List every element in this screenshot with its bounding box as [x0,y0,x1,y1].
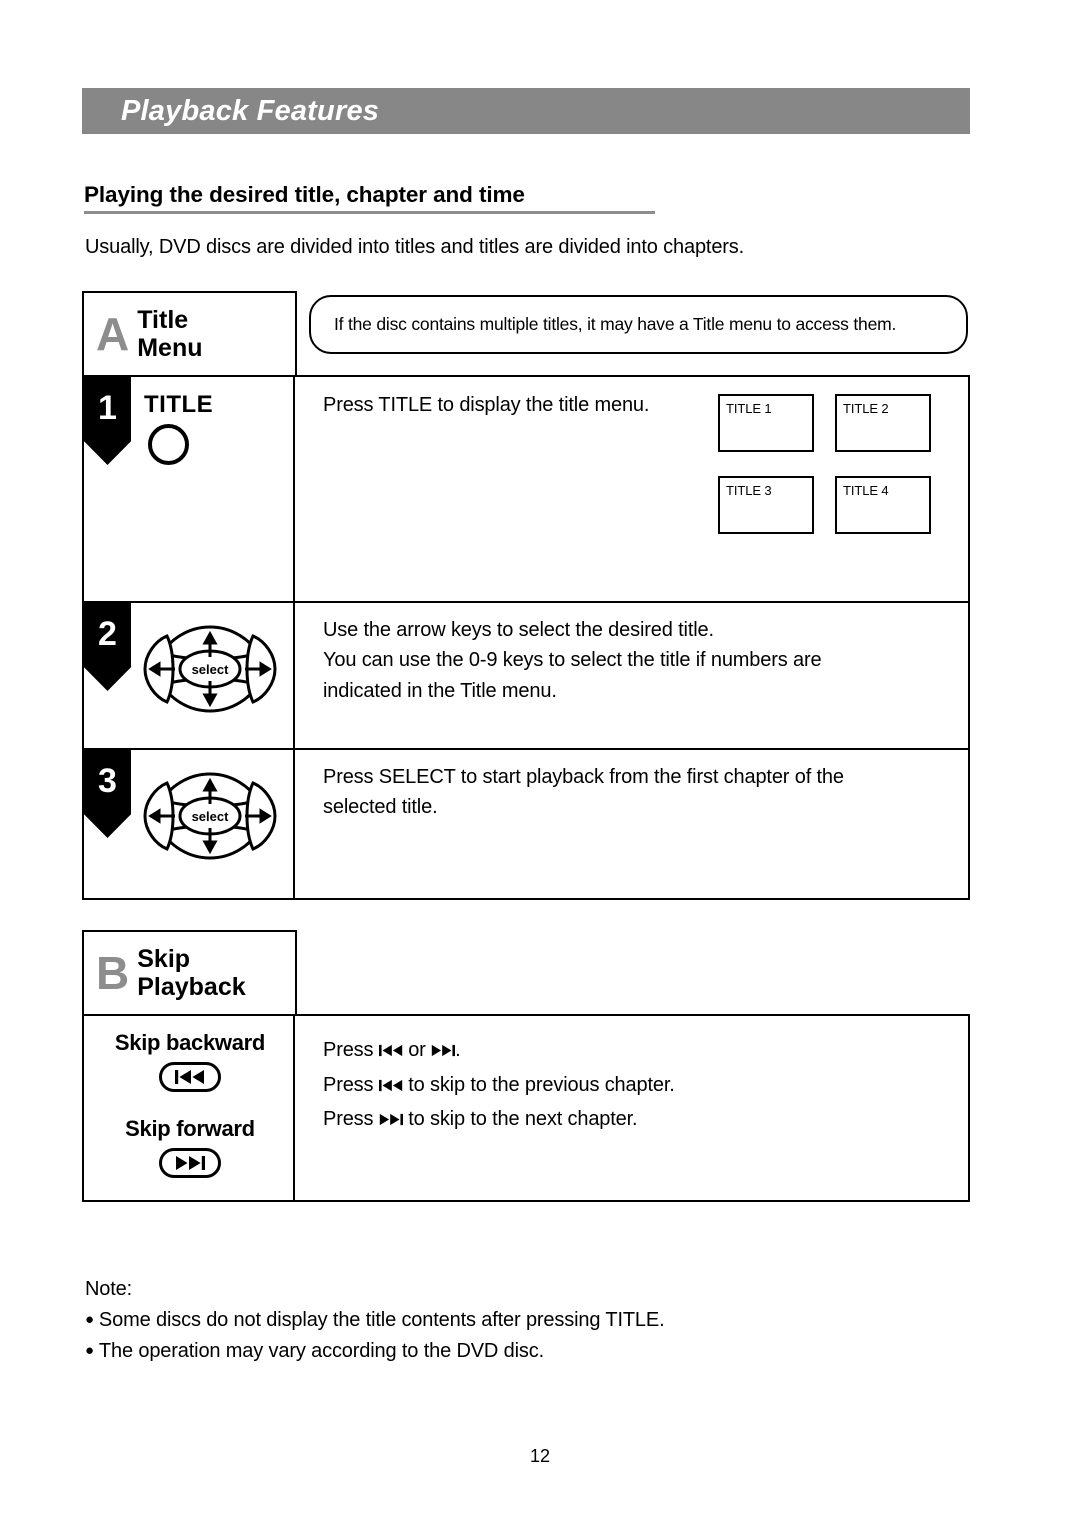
section-b-body: Skip backward Skip forward Press or . Pr… [82,1014,970,1202]
page-title: Playback Features [121,94,380,127]
step-1-text: Press TITLE to display the title menu. [323,394,650,416]
skip-instruction-line-1: Press or . [323,1033,675,1068]
title-box: TITLE 1 [718,394,814,452]
section-a-rows: 1 TITLE Press TITLE to display the title… [82,375,970,900]
skip-instruction-line-2: Press to skip to the previous chapter. [323,1068,675,1103]
section-a-name-line1: Title [137,305,189,334]
skip-backward-key: Skip backward [90,1030,290,1092]
notes-label: Note: [85,1278,133,1300]
title-key-label: TITLE [144,391,214,418]
step-3-text: Press SELECT to start playback from the … [323,762,844,823]
section-b-column-divider [293,1016,295,1200]
section-b-skip-playback: B Skip Playback Skip backward Skip forwa… [82,930,970,1202]
step-3-text-line1: Press SELECT to start playback from the … [323,766,844,788]
intro-paragraph: Usually, DVD discs are divided into titl… [85,236,745,258]
dpad-select-icon: select [139,623,281,715]
bullet-icon: ● [85,1342,94,1359]
skip-forward-glyph [176,1156,205,1170]
section-a-letter: A [96,308,130,360]
section-a-name-line2: Menu [137,334,203,362]
line1-mid: or [402,1039,432,1061]
step-row-2: 2 select Use the arrow keys to select th… [84,603,968,748]
skip-backward-icon [159,1062,221,1092]
section-b-name: Skip Playback [137,945,245,1002]
skip-forward-key: Skip forward [90,1116,290,1178]
step-2-text-line2: You can use the 0-9 keys to select the t… [323,649,822,672]
line2-post: to skip to the previous chapter. [402,1073,675,1096]
section-a-title-menu: A Title Menu 1 TITLE Press TITLE to disp… [82,291,970,900]
step-2-text: Use the arrow keys to select the desired… [323,615,822,706]
step-2-text-line3: indicated in the Title menu. [323,679,557,702]
section-b-letter: B [96,947,130,999]
page-header-bar: Playback Features [82,88,970,134]
step-number-2: 2 [84,603,131,691]
note-item: ● The operation may vary according to the… [85,1336,665,1367]
title-key-graphic: TITLE [144,391,213,465]
skip-forward-icon [379,1114,403,1126]
skip-backward-icon [378,1079,402,1091]
page-number: 12 [529,1446,551,1466]
svg-text:select: select [192,662,230,677]
section-heading: Playing the desired title, chapter and t… [84,182,525,207]
step-3-text-line2: selected title. [323,796,438,819]
svg-text:select: select [192,809,230,824]
title-menu-callout-text: If the disc contains multiple titles, it… [334,314,897,334]
skip-backward-label: Skip backward [114,1030,266,1055]
section-a-name: Title Menu [137,306,202,363]
line1-pre: Press [323,1039,379,1061]
section-b-name-line1: Skip [137,944,191,973]
step-row-1: 1 TITLE Press TITLE to display the title… [84,377,968,601]
section-b-header-cell: B Skip Playback [82,930,297,1016]
title-box: TITLE 3 [718,476,814,534]
skip-forward-icon [159,1148,221,1178]
step-row-3: 3 select Press SELECT to start playback … [84,750,968,898]
notes-block: Note: ● Some discs do not display the tit… [85,1274,665,1367]
skip-backward-icon [378,1044,402,1057]
note-text: Some discs do not display the title cont… [98,1309,665,1331]
skip-forward-icon [431,1044,456,1057]
skip-instruction-line-3: Press to skip to the next chapter. [323,1102,675,1137]
note-text: The operation may vary according to the … [98,1340,545,1362]
dpad-select-icon: select [139,770,281,862]
step-number-3: 3 [84,750,131,838]
line1-post: . [455,1039,461,1061]
skip-forward-label: Skip forward [125,1116,255,1141]
round-button-icon [148,424,189,465]
section-b-name-line2: Playback [137,973,246,1001]
skip-backward-glyph [175,1070,204,1084]
step-2-text-line1: Use the arrow keys to select the desired… [323,619,714,641]
skip-instructions: Press or . Press to skip to the previous… [323,1033,675,1137]
heading-underline-rule [84,211,655,214]
step-number-1: 1 [84,377,131,465]
title-box: TITLE 4 [835,476,931,534]
line3-post: to skip to the next chapter. [402,1108,638,1131]
title-menu-callout: If the disc contains multiple titles, it… [309,295,968,354]
line3-pre: Press [323,1108,379,1131]
line2-pre: Press [323,1073,379,1096]
note-item: ● Some discs do not display the title con… [85,1305,665,1336]
title-box: TITLE 2 [835,394,931,452]
title-menu-preview: TITLE 1 TITLE 2 TITLE 3 TITLE 4 [718,394,931,534]
bullet-icon: ● [85,1311,94,1328]
section-a-header-cell: A Title Menu [82,291,297,377]
